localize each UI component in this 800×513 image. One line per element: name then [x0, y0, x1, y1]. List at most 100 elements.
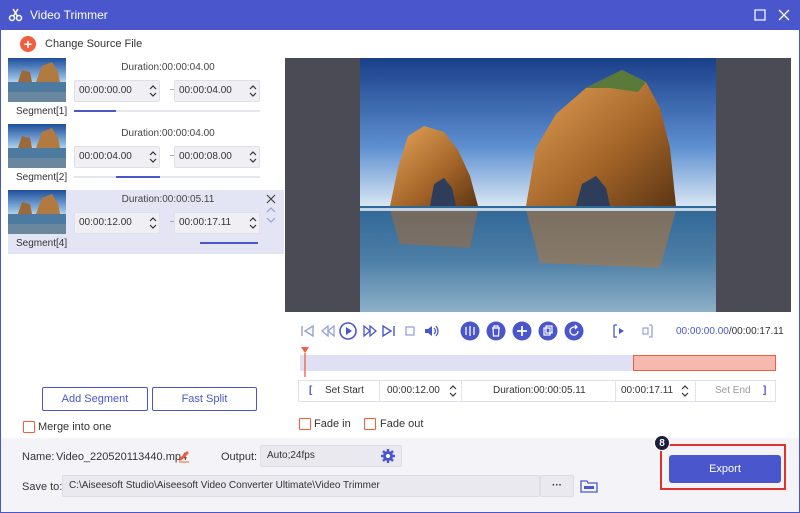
change-source-label: Change Source File — [45, 38, 143, 50]
previous-frame-icon[interactable] — [318, 321, 338, 341]
end-time-value: 00:00:17.11 — [179, 217, 232, 228]
spinner-icon[interactable] — [249, 215, 257, 231]
file-name-value: Video_220520113440.mp4 — [56, 451, 188, 463]
end-time-input[interactable]: 00:00:08.00 — [174, 146, 260, 168]
spinner-icon[interactable] — [149, 149, 157, 165]
fade-out-label: Fade out — [380, 418, 424, 430]
bracket-left-icon: [ — [309, 385, 313, 396]
timeline-selection[interactable] — [633, 355, 776, 371]
title-bar: Video Trimmer — [0, 0, 800, 30]
set-start-button[interactable]: Set Start — [325, 381, 364, 401]
start-time-input[interactable]: 00:00:04.00 — [74, 146, 160, 168]
set-end-button[interactable]: Set End — [715, 381, 751, 401]
set-end-point-icon[interactable] — [636, 321, 656, 341]
save-path-value: C:\Aiseesoft Studio\Aiseesoft Video Conv… — [69, 480, 380, 491]
start-time-input[interactable]: 00:00:12.00 — [74, 212, 160, 234]
end-time-input[interactable]: 00:00:17.11 — [174, 212, 260, 234]
set-start-point-icon[interactable] — [610, 321, 630, 341]
spinner-icon[interactable] — [149, 215, 157, 231]
add-icon[interactable] — [512, 321, 532, 341]
trim-range-row: [ Set Start 00:00:12.00 Duration:00:00:0… — [298, 380, 776, 402]
end-time-input[interactable]: 00:00:04.00 — [174, 80, 260, 102]
separator — [615, 381, 616, 401]
spinner-icon[interactable] — [249, 149, 257, 165]
total-time: /00:00:17.11 — [728, 326, 784, 337]
play-icon[interactable] — [338, 321, 358, 341]
separator — [379, 381, 380, 401]
separator — [695, 381, 696, 401]
plus-icon: + — [20, 36, 36, 52]
export-button[interactable]: Export — [669, 455, 781, 483]
segment-label: Segment[2] — [16, 172, 68, 183]
fade-in-label: Fade in — [314, 418, 351, 430]
fade-out-checkbox[interactable] — [364, 418, 376, 430]
segment-range-fill — [116, 176, 160, 178]
segment-thumbnail — [8, 58, 66, 102]
output-label: Output: — [221, 451, 258, 463]
maximize-icon[interactable] — [750, 5, 770, 25]
end-value[interactable]: 00:00:17.11 — [621, 381, 673, 401]
segment-duration: Duration:00:00:04.00 — [121, 62, 215, 73]
skip-to-start-icon[interactable] — [298, 321, 318, 341]
split-icon[interactable] — [460, 321, 480, 341]
browse-button[interactable]: ··· — [540, 475, 574, 497]
time-readout: 00:00:00.00/00:00:17.11 — [676, 326, 784, 337]
window-title: Video Trimmer — [30, 8, 108, 22]
spinner-icon[interactable] — [449, 383, 457, 399]
skip-to-end-icon[interactable] — [378, 321, 398, 341]
save-to-label: Save to: — [22, 481, 63, 493]
bracket-right-icon: ] — [763, 385, 767, 396]
output-format-value: Auto;24fps — [267, 450, 315, 461]
segment-thumbnail — [8, 124, 66, 168]
gear-icon[interactable] — [380, 448, 396, 464]
save-path-field[interactable]: C:\Aiseesoft Studio\Aiseesoft Video Conv… — [62, 475, 540, 497]
name-label: Name: — [22, 451, 55, 463]
segment-duration: Duration:00:00:04.00 — [121, 128, 215, 139]
playhead-marker[interactable] — [300, 347, 310, 377]
step-badge: 8 — [654, 435, 670, 451]
merge-label: Merge into one — [38, 421, 112, 433]
add-segment-button[interactable]: Add Segment — [42, 387, 148, 411]
delete-icon[interactable] — [486, 321, 506, 341]
segment-range-track — [74, 242, 260, 244]
timeline-track[interactable] — [300, 347, 776, 377]
delete-segment-icon[interactable] — [266, 194, 276, 204]
merge-checkbox[interactable] — [23, 421, 35, 433]
stop-icon[interactable] — [400, 321, 420, 341]
segment-range-fill — [74, 110, 116, 112]
start-time-value: 00:00:12.00 — [79, 217, 132, 228]
folder-icon[interactable] — [580, 478, 598, 494]
spinner-icon[interactable] — [681, 383, 689, 399]
segment-thumbnail — [8, 190, 66, 234]
start-value[interactable]: 00:00:12.00 — [387, 381, 440, 401]
reorder-icon[interactable] — [266, 206, 276, 224]
segment-row-1[interactable]: Segment[1] Duration:00:00:04.00 00:00:00… — [8, 58, 284, 122]
segment-duration: Duration:00:00:05.11 — [121, 194, 215, 205]
scissors-logo-icon — [8, 8, 23, 22]
segment-range-track — [74, 176, 260, 178]
spinner-icon[interactable] — [249, 83, 257, 99]
start-time-value: 00:00:04.00 — [79, 151, 132, 162]
end-time-value: 00:00:04.00 — [179, 85, 232, 96]
close-icon[interactable] — [774, 5, 794, 25]
volume-icon[interactable] — [422, 321, 442, 341]
range-duration: Duration:00:00:05.11 — [493, 385, 586, 396]
reset-icon[interactable] — [564, 321, 584, 341]
segment-row-4[interactable]: Segment[4] Duration:00:00:05.11 00:00:12… — [8, 190, 284, 254]
next-frame-icon[interactable] — [360, 321, 380, 341]
fade-in-checkbox[interactable] — [299, 418, 311, 430]
copy-icon[interactable] — [538, 321, 558, 341]
segment-range-fill — [200, 242, 258, 244]
spinner-icon[interactable] — [149, 83, 157, 99]
current-time: 00:00:00.00 — [676, 326, 729, 337]
separator — [461, 381, 462, 401]
start-time-input[interactable]: 00:00:00.00 — [74, 80, 160, 102]
segment-range-track — [74, 110, 260, 112]
fast-split-button[interactable]: Fast Split — [152, 387, 257, 411]
segment-row-2[interactable]: Segment[2] Duration:00:00:04.00 00:00:04… — [8, 124, 284, 188]
segment-label: Segment[1] — [16, 106, 68, 117]
video-preview — [360, 58, 716, 312]
segment-label: Segment[4] — [16, 238, 68, 249]
edit-name-icon[interactable] — [177, 449, 191, 463]
start-time-value: 00:00:00.00 — [79, 85, 132, 96]
